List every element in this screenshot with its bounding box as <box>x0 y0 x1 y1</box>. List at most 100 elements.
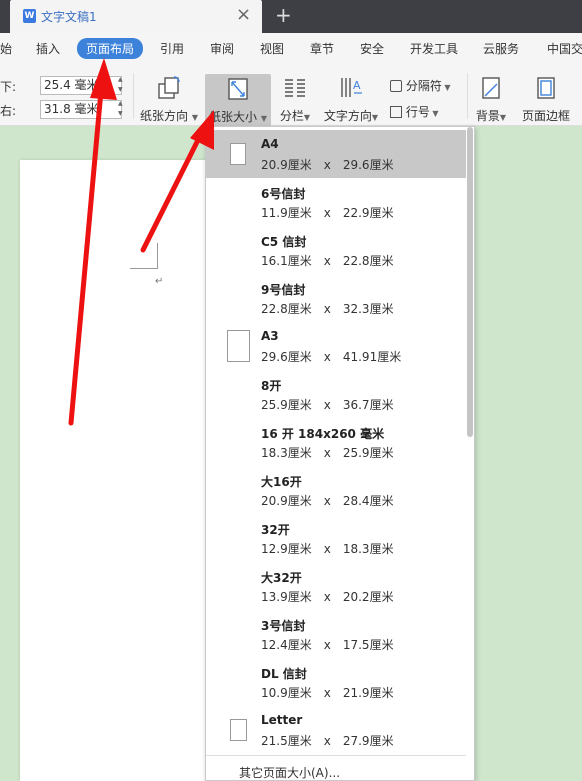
document-page[interactable] <box>20 160 220 781</box>
menu-chapter[interactable]: 章节 <box>310 40 334 57</box>
menu-references[interactable]: 引用 <box>160 40 184 57</box>
paper-size-dimensions: 21.5厘米 x 27.9厘米 <box>261 732 394 749</box>
paper-width: 18.3厘米 <box>261 446 312 460</box>
paper-size-dimensions: 11.9厘米 x 22.9厘米 <box>261 204 394 221</box>
chevron-down-icon: ▼ <box>191 113 198 122</box>
paper-height: 27.9厘米 <box>342 734 394 748</box>
paper-height: 21.9厘米 <box>342 686 394 700</box>
menu-developer-tools[interactable]: 开发工具 <box>410 40 458 57</box>
paper-size-dimensions: 12.9厘米 x 18.3厘米 <box>261 540 394 557</box>
paper-size-item[interactable]: A3 29.6厘米 x 41.91厘米 <box>206 322 466 370</box>
background-label: 背景 <box>475 109 500 123</box>
chevron-down-icon: ▼ <box>429 109 439 118</box>
chevron-down-icon: ▼ <box>303 113 311 122</box>
paper-size-button[interactable]: 纸张大小 ▼ <box>205 74 271 126</box>
chevron-down-icon: ▼ <box>371 113 379 122</box>
paper-size-item[interactable]: C5 信封 16.1厘米 x 22.8厘米 <box>206 226 466 274</box>
paper-width: 25.9厘米 <box>261 398 312 412</box>
line-numbers-icon <box>390 106 402 118</box>
title-bar: W 文字文稿1 × + <box>0 0 582 33</box>
spin-up-icon[interactable]: ▲ <box>118 76 126 84</box>
spin-down-icon[interactable]: ▼ <box>118 110 126 118</box>
paper-width: 10.9厘米 <box>261 686 312 700</box>
scrollbar-thumb[interactable] <box>467 127 473 437</box>
background-button[interactable]: 背景▼ <box>471 75 511 123</box>
menu-start[interactable]: 始 <box>0 40 12 57</box>
bottom-margin-input[interactable]: 25.4 毫米 <box>40 76 122 95</box>
paper-size-item[interactable]: 3号信封 12.4厘米 x 17.5厘米 <box>206 610 466 658</box>
paper-height: 20.2厘米 <box>342 590 394 604</box>
menu-cloud-services[interactable]: 云服务 <box>483 40 519 57</box>
paper-size-item[interactable]: 16 开 184x260 毫米 18.3厘米 x 25.9厘米 <box>206 418 466 466</box>
dimension-separator: x <box>323 350 331 364</box>
separator-button[interactable]: 分隔符 ▼ <box>390 77 460 95</box>
menu-china[interactable]: 中国交 <box>547 40 582 57</box>
document-tab-title: 文字文稿1 <box>41 10 97 24</box>
paper-size-icon <box>228 78 248 100</box>
right-margin-input[interactable]: 31.8 毫米 <box>40 100 122 119</box>
page-border-button[interactable]: 页面边框 <box>517 75 575 123</box>
other-page-sizes-item[interactable]: 其它页面大小(A)... <box>206 755 466 781</box>
paper-size-item[interactable]: DL 信封 10.9厘米 x 21.9厘米 <box>206 658 466 706</box>
menu-page-layout[interactable]: 页面布局 <box>77 38 144 59</box>
paper-height: 36.7厘米 <box>342 398 394 412</box>
text-direction-button[interactable]: A 文字方向▼ <box>321 75 381 123</box>
menu-security[interactable]: 安全 <box>360 40 384 57</box>
background-icon <box>482 77 500 99</box>
paper-size-dimensions: 18.3厘米 x 25.9厘米 <box>261 444 394 461</box>
orientation-icon <box>158 76 180 99</box>
paper-size-dimensions: 22.8厘米 x 32.3厘米 <box>261 300 394 317</box>
dimension-separator: x <box>323 494 331 508</box>
paper-size-dropdown: A4 20.9厘米 x 29.6厘米 6号信封 11.9厘米 x 22.9厘米 C5 信封 16.… <box>205 126 475 781</box>
paper-size-dimensions: 16.1厘米 x 22.8厘米 <box>261 252 394 269</box>
line-numbers-label: 行号 <box>405 105 430 119</box>
menu-insert[interactable]: 插入 <box>36 40 60 57</box>
paper-size-item[interactable]: 32开 12.9厘米 x 18.3厘米 <box>206 514 466 562</box>
paper-height: 17.5厘米 <box>342 638 394 652</box>
paper-size-dimensions: 20.9厘米 x 29.6厘米 <box>261 156 394 173</box>
paper-size-item[interactable]: 6号信封 11.9厘米 x 22.9厘米 <box>206 178 466 226</box>
orientation-button[interactable]: 纸张方向 ▼ <box>139 75 199 123</box>
paper-height: 29.6厘米 <box>342 158 394 172</box>
paper-size-label: 纸张大小 <box>209 110 258 124</box>
dimension-separator: x <box>323 446 331 460</box>
paper-size-item[interactable]: 8开 25.9厘米 x 36.7厘米 <box>206 370 466 418</box>
chevron-down-icon: ▼ <box>441 83 451 92</box>
paper-size-dimensions: 12.4厘米 x 17.5厘米 <box>261 636 394 653</box>
paper-size-name: 大32开 <box>261 571 302 585</box>
right-margin-label: 右: <box>0 104 17 118</box>
bottom-margin-label: 下: <box>0 80 17 94</box>
line-numbers-button[interactable]: 行号 ▼ <box>390 103 460 121</box>
paper-size-item[interactable]: 大32开 13.9厘米 x 20.2厘米 <box>206 562 466 610</box>
menu-view[interactable]: 视图 <box>260 40 284 57</box>
text-direction-icon: A <box>341 78 362 97</box>
menu-review[interactable]: 审阅 <box>210 40 234 57</box>
paper-size-dimensions: 13.9厘米 x 20.2厘米 <box>261 588 394 605</box>
page-size-icon <box>226 330 250 362</box>
spin-down-icon[interactable]: ▼ <box>118 86 126 94</box>
columns-button[interactable]: 分栏▼ <box>276 75 314 123</box>
paper-height: 22.8厘米 <box>342 254 394 268</box>
paper-size-dimensions: 29.6厘米 x 41.91厘米 <box>261 348 401 365</box>
paper-size-name: 3号信封 <box>261 619 306 633</box>
document-tab[interactable]: W 文字文稿1 × <box>10 0 262 33</box>
columns-icon <box>285 79 305 97</box>
paragraph-mark: ↵ <box>155 276 164 287</box>
paper-size-item[interactable]: A4 20.9厘米 x 29.6厘米 <box>206 130 466 178</box>
dropdown-scrollbar[interactable] <box>466 127 475 781</box>
close-tab-icon[interactable]: × <box>236 4 251 26</box>
columns-label: 分栏 <box>279 109 304 123</box>
paper-width: 12.9厘米 <box>261 542 312 556</box>
paper-size-item[interactable]: 大16开 20.9厘米 x 28.4厘米 <box>206 466 466 514</box>
paper-height: 32.3厘米 <box>342 302 394 316</box>
paper-size-dimensions: 20.9厘米 x 28.4厘米 <box>261 492 394 509</box>
new-tab-icon[interactable]: + <box>275 3 292 27</box>
chevron-down-icon: ▼ <box>260 114 267 123</box>
paper-size-item[interactable]: Letter 21.5厘米 x 27.9厘米 <box>206 706 466 754</box>
spin-up-icon[interactable]: ▲ <box>118 100 126 108</box>
paper-size-item[interactable]: 9号信封 22.8厘米 x 32.3厘米 <box>206 274 466 322</box>
paper-size-name: 6号信封 <box>261 187 306 201</box>
writer-app-icon: W <box>23 9 36 23</box>
paper-size-name: 16 开 184x260 毫米 <box>261 427 385 441</box>
paper-size-name: 大16开 <box>261 475 302 489</box>
